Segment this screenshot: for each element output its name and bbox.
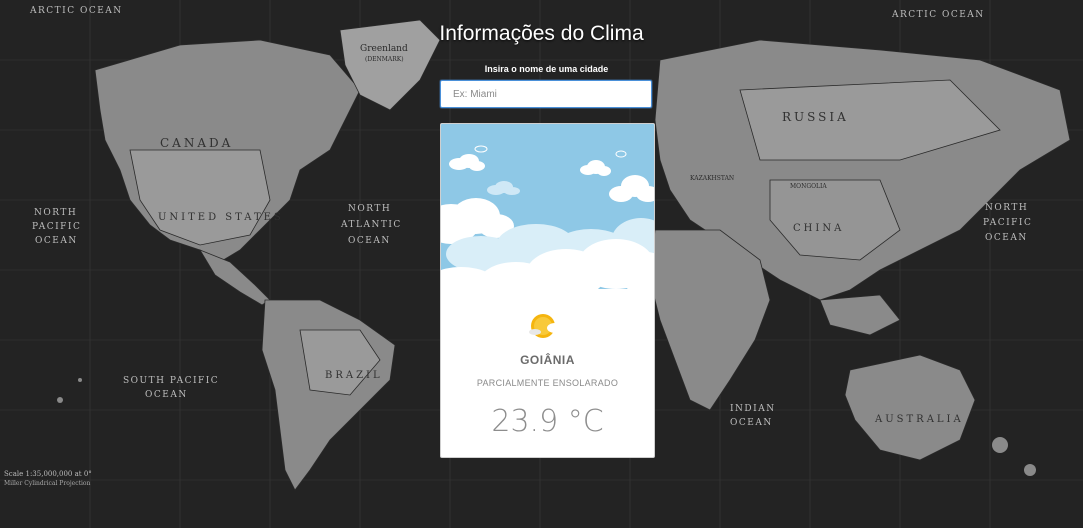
partly-sunny-icon (529, 314, 567, 338)
map-label-arctic-ocean-left: ARCTIC OCEAN (30, 6, 123, 16)
temperature-value: 23.9 °C (491, 404, 604, 439)
map-label-south-pacific-2: OCEAN (145, 390, 188, 400)
map-label-north-pacific-right-2: PACIFIC (983, 218, 1033, 228)
map-label-kazakhstan: KAZAKHSTAN (690, 175, 735, 182)
map-label-greenland-sub: (DENMARK) (365, 56, 404, 63)
map-label-indian-1: INDIAN (730, 404, 776, 414)
weather-card: GOIÂNIA PARCIALMENTE ENSOLARADO 23.9 °C (440, 123, 655, 458)
map-label-north-atlantic-3: OCEAN (348, 236, 391, 246)
map-label-north-pacific-right-1: NORTH (985, 203, 1029, 213)
map-label-north-pacific-left-1: NORTH (34, 208, 78, 218)
map-label-indian-2: OCEAN (730, 418, 773, 428)
map-label-russia: RUSSIA (782, 110, 849, 124)
map-label-china: CHINA (793, 223, 845, 234)
map-label-south-pacific-1: SOUTH PACIFIC (123, 376, 220, 386)
map-label-arctic-ocean-right: ARCTIC OCEAN (892, 10, 985, 20)
map-label-canada: CANADA (160, 136, 234, 150)
city-search-input[interactable] (440, 80, 652, 108)
map-label-north-pacific-left-3: OCEAN (35, 236, 78, 246)
map-label-united-states: UNITED STATES (158, 212, 284, 223)
weather-condition: PARCIALMENTE ENSOLARADO (476, 378, 619, 388)
map-label-north-pacific-left-2: PACIFIC (32, 222, 82, 232)
sky-clouds-illustration (441, 124, 654, 314)
page-title: Informações do Clima (439, 22, 644, 45)
map-label-north-atlantic-1: NORTH (348, 204, 392, 214)
map-scale: Scale 1:35,000,000 at 0° (4, 470, 92, 478)
map-label-australia: AUSTRALIA (875, 414, 964, 425)
map-label-brazil: BRAZIL (325, 370, 383, 381)
map-label-north-pacific-right-3: OCEAN (985, 233, 1028, 243)
map-label-mongolia: MONGOLIA (790, 183, 827, 190)
search-label: Insira o nome de uma cidade (484, 64, 609, 74)
map-projection: Miller Cylindrical Projection (4, 480, 91, 487)
map-label-north-atlantic-2: ATLANTIC (341, 220, 402, 230)
city-name: GOIÂNIA (520, 353, 575, 367)
